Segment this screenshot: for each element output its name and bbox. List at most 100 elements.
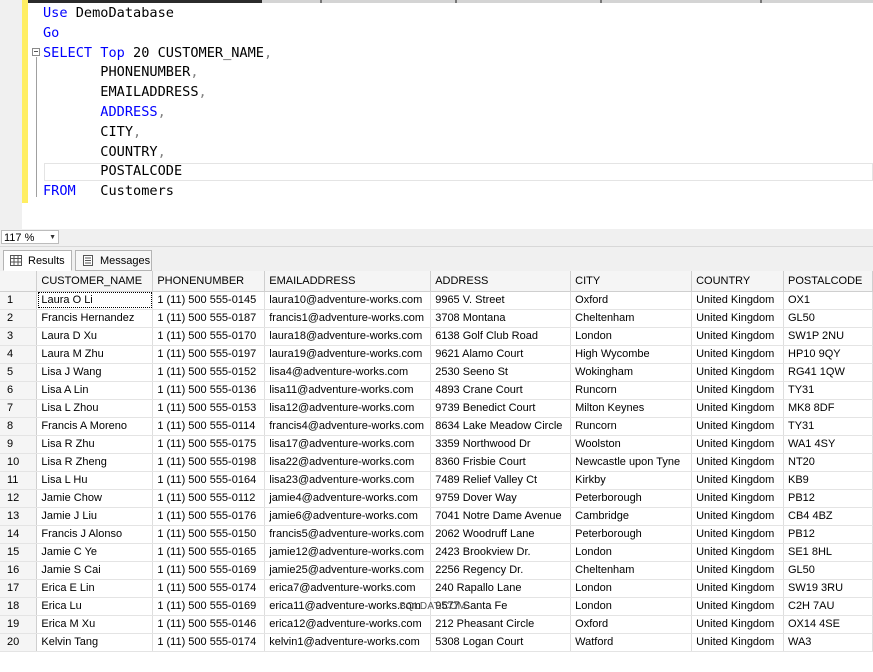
table-cell[interactable]: United Kingdom xyxy=(691,435,784,454)
table-cell[interactable]: jamie25@adventure-works.com xyxy=(264,561,432,580)
table-row[interactable]: 17 Erica E Lin 1 (11) 500 555-0174 erica7@a… xyxy=(0,579,873,598)
table-cell[interactable]: Jamie J Liu xyxy=(36,507,154,526)
dropdown-arrow-icon[interactable]: ▼ xyxy=(49,231,56,245)
column-header[interactable]: EMAILADDRESS xyxy=(264,271,432,292)
table-cell[interactable]: PB12 xyxy=(783,489,873,508)
row-number-cell[interactable]: 4 xyxy=(0,345,38,364)
table-cell[interactable]: lisa23@adventure-works.com xyxy=(264,471,432,490)
tab-results[interactable]: Results xyxy=(3,250,72,271)
table-cell[interactable]: 2062 Woodruff Lane xyxy=(430,525,572,544)
column-header[interactable]: POSTALCODE xyxy=(783,271,873,292)
table-cell[interactable]: 7489 Relief Valley Ct xyxy=(430,471,572,490)
table-cell[interactable]: Laura D Xu xyxy=(36,327,154,346)
table-cell[interactable]: London xyxy=(570,327,693,346)
table-row[interactable]: 9 Lisa R Zhu 1 (11) 500 555-0175 lisa17@adv… xyxy=(0,435,873,454)
table-cell[interactable]: Lisa A Lin xyxy=(36,381,154,400)
table-cell[interactable]: laura19@adventure-works.com xyxy=(264,345,432,364)
row-number-cell[interactable]: 10 xyxy=(0,453,38,472)
tab-messages[interactable]: Messages xyxy=(75,250,152,271)
table-cell[interactable]: OX1 xyxy=(783,291,873,310)
table-cell[interactable]: 4893 Crane Court xyxy=(430,381,572,400)
table-cell[interactable]: Woolston xyxy=(570,435,693,454)
table-cell[interactable]: United Kingdom xyxy=(691,291,784,310)
table-cell[interactable]: lisa17@adventure-works.com xyxy=(264,435,432,454)
row-number-cell[interactable]: 16 xyxy=(0,561,38,580)
table-cell[interactable]: 9759 Dover Way xyxy=(430,489,572,508)
table-cell[interactable]: Runcorn xyxy=(570,417,693,436)
table-row[interactable]: 14 Francis J Alonso 1 (11) 500 555-0150 fra… xyxy=(0,525,873,544)
table-cell[interactable]: Wokingham xyxy=(570,363,693,382)
table-cell[interactable]: 1 (11) 500 555-0174 xyxy=(152,579,266,598)
table-row[interactable]: 6 Lisa A Lin 1 (11) 500 555-0136 lisa11@adv… xyxy=(0,381,873,400)
table-cell[interactable]: 1 (11) 500 555-0174 xyxy=(152,633,266,652)
table-cell[interactable]: WA3 xyxy=(783,633,873,652)
table-cell[interactable]: Laura M Zhu xyxy=(36,345,154,364)
table-cell[interactable]: United Kingdom xyxy=(691,633,784,652)
row-number-cell[interactable]: 1 xyxy=(0,291,38,310)
table-cell[interactable]: United Kingdom xyxy=(691,489,784,508)
table-cell[interactable]: 1 (11) 500 555-0145 xyxy=(152,291,266,310)
table-cell[interactable]: C2H 7AU xyxy=(783,597,873,616)
table-cell[interactable]: 2423 Brookview Dr. xyxy=(430,543,572,562)
row-number-cell[interactable]: 9 xyxy=(0,435,38,454)
table-row[interactable]: 2 Francis Hernandez 1 (11) 500 555-0187 fra… xyxy=(0,309,873,328)
table-cell[interactable]: lisa22@adventure-works.com xyxy=(264,453,432,472)
table-cell[interactable]: Kirkby xyxy=(570,471,693,490)
table-cell[interactable]: 1 (11) 500 555-0175 xyxy=(152,435,266,454)
table-cell[interactable]: 8634 Lake Meadow Circle xyxy=(430,417,572,436)
table-cell[interactable]: jamie6@adventure-works.com xyxy=(264,507,432,526)
table-cell[interactable]: 8360 Frisbie Court xyxy=(430,453,572,472)
table-cell[interactable]: Erica E Lin xyxy=(36,579,154,598)
table-row[interactable]: 19 Erica M Xu 1 (11) 500 555-0146 erica12@a… xyxy=(0,615,873,634)
row-number-cell[interactable]: 15 xyxy=(0,543,38,562)
code-line[interactable]: CITY, xyxy=(43,123,141,143)
table-cell[interactable]: Peterborough xyxy=(570,489,693,508)
table-cell[interactable]: jamie12@adventure-works.com xyxy=(264,543,432,562)
table-cell[interactable]: 9965 V. Street xyxy=(430,291,572,310)
table-cell[interactable]: 1 (11) 500 555-0136 xyxy=(152,381,266,400)
code-line[interactable]: EMAILADDRESS, xyxy=(43,83,206,103)
table-cell[interactable]: kelvin1@adventure-works.com xyxy=(264,633,432,652)
table-cell[interactable]: 5308 Logan Court xyxy=(430,633,572,652)
table-cell[interactable]: Lisa L Zhou xyxy=(36,399,154,418)
table-cell[interactable]: High Wycombe xyxy=(570,345,693,364)
table-cell[interactable]: PB12 xyxy=(783,525,873,544)
table-cell[interactable]: 212 Pheasant Circle xyxy=(430,615,572,634)
table-cell[interactable]: erica7@adventure-works.com xyxy=(264,579,432,598)
table-cell[interactable]: 1 (11) 500 555-0170 xyxy=(152,327,266,346)
table-row[interactable]: 11 Lisa L Hu 1 (11) 500 555-0164 lisa23@adv… xyxy=(0,471,873,490)
row-number-header[interactable] xyxy=(0,271,38,292)
row-number-cell[interactable]: 12 xyxy=(0,489,38,508)
table-cell[interactable]: Milton Keynes xyxy=(570,399,693,418)
row-number-cell[interactable]: 18 xyxy=(0,597,38,616)
results-grid[interactable]: CUSTOMER_NAME PHONENUMBER EMAILADDRESS ADDR… xyxy=(0,271,873,672)
row-number-cell[interactable]: 2 xyxy=(0,309,38,328)
table-cell[interactable]: Erica M Xu xyxy=(36,615,154,634)
table-cell[interactable]: Francis J Alonso xyxy=(36,525,154,544)
code-line[interactable]: COUNTRY, xyxy=(43,143,165,163)
table-cell[interactable]: United Kingdom xyxy=(691,615,784,634)
table-row[interactable]: 18 Erica Lu 1 (11) 500 555-0169 erica11@adv… xyxy=(0,597,873,616)
table-cell[interactable]: United Kingdom xyxy=(691,327,784,346)
table-cell[interactable]: United Kingdom xyxy=(691,399,784,418)
row-number-cell[interactable]: 3 xyxy=(0,327,38,346)
table-row[interactable]: 4 Laura M Zhu 1 (11) 500 555-0197 laura19@a… xyxy=(0,345,873,364)
table-row[interactable]: 7 Lisa L Zhou 1 (11) 500 555-0153 lisa12@ad… xyxy=(0,399,873,418)
table-cell[interactable]: Lisa R Zheng xyxy=(36,453,154,472)
table-cell[interactable]: Jamie Chow xyxy=(36,489,154,508)
table-cell[interactable]: United Kingdom xyxy=(691,525,784,544)
table-cell[interactable]: Watford xyxy=(570,633,693,652)
table-cell[interactable]: Laura O Li xyxy=(36,291,154,310)
row-number-cell[interactable]: 19 xyxy=(0,615,38,634)
table-cell[interactable]: 240 Rapallo Lane xyxy=(430,579,572,598)
table-cell[interactable]: GL50 xyxy=(783,561,873,580)
code-line[interactable]: ADDRESS, xyxy=(43,103,165,123)
code-line[interactable]: Use DemoDatabase xyxy=(43,4,174,24)
table-cell[interactable]: 1 (11) 500 555-0146 xyxy=(152,615,266,634)
row-number-cell[interactable]: 6 xyxy=(0,381,38,400)
table-cell[interactable]: jamie4@adventure-works.com xyxy=(264,489,432,508)
table-cell[interactable]: 1 (11) 500 555-0112 xyxy=(152,489,266,508)
collapse-outline-icon[interactable] xyxy=(32,48,40,56)
table-cell[interactable]: 3359 Northwood Dr xyxy=(430,435,572,454)
table-cell[interactable]: lisa12@adventure-works.com xyxy=(264,399,432,418)
